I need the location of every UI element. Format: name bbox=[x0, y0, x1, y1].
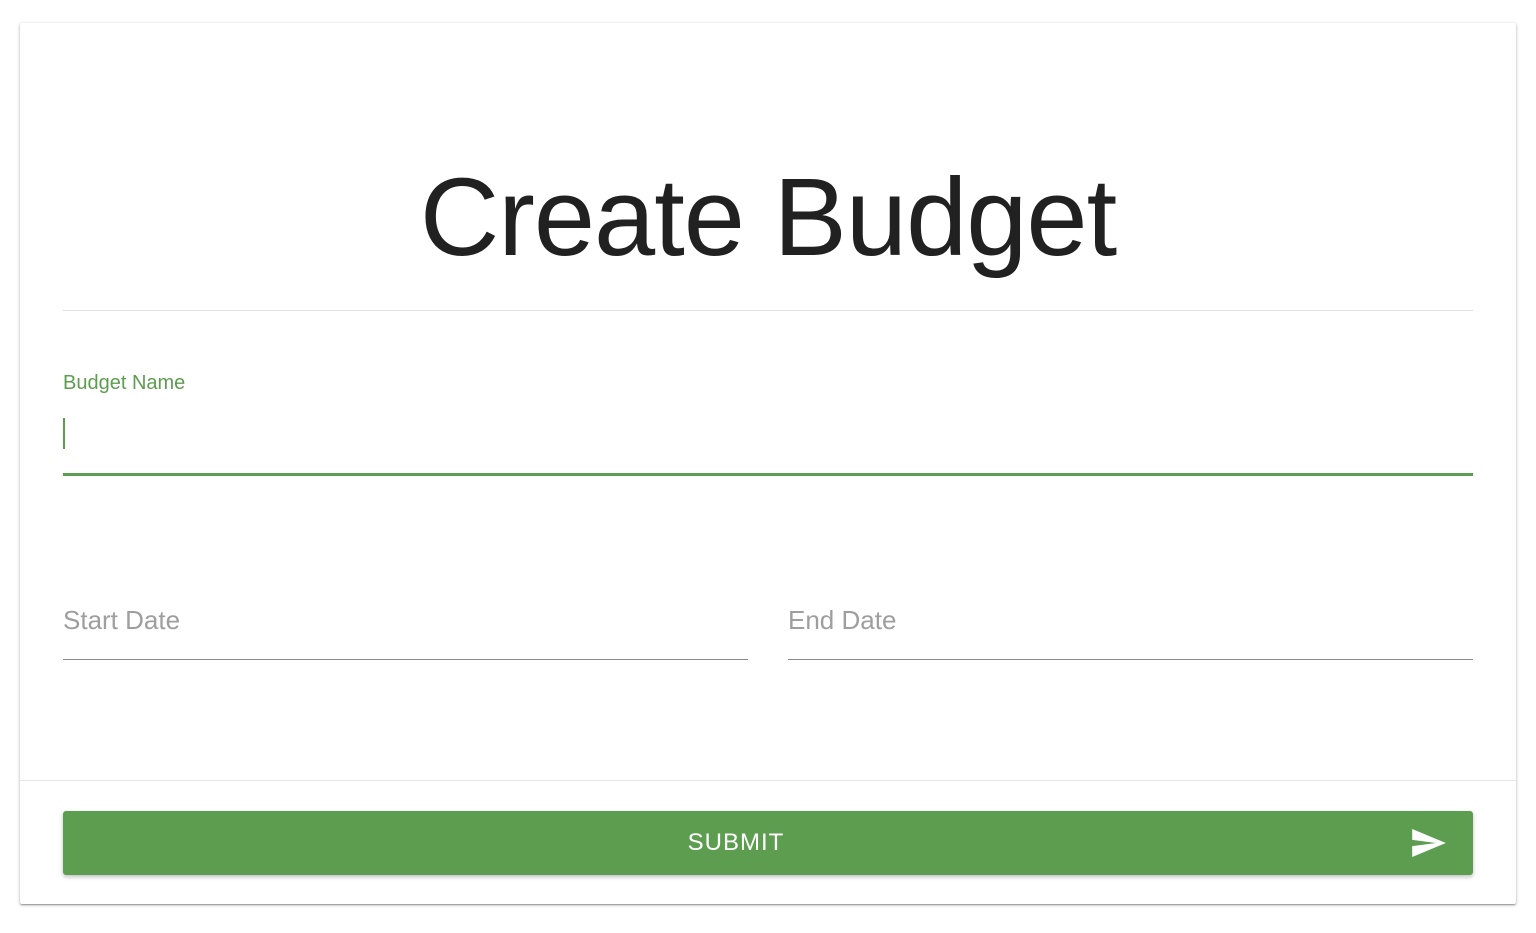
start-date-placeholder: Start Date bbox=[63, 605, 181, 635]
budget-name-input[interactable] bbox=[63, 415, 1473, 473]
text-caret bbox=[63, 418, 65, 449]
budget-name-label: Budget Name bbox=[63, 372, 186, 394]
create-budget-card: Create Budget Budget Name Start Date End… bbox=[20, 23, 1516, 904]
page-title: Create Budget bbox=[419, 156, 1117, 279]
start-date-underline bbox=[63, 659, 748, 660]
budget-name-underline bbox=[63, 473, 1473, 476]
end-date-placeholder: End Date bbox=[788, 605, 897, 635]
submit-button-label: SUBMIT bbox=[687, 829, 785, 856]
end-date-underline bbox=[788, 659, 1473, 660]
footer-divider bbox=[20, 780, 1516, 781]
submit-button[interactable]: SUBMIT bbox=[63, 811, 1473, 875]
title-divider bbox=[63, 310, 1473, 311]
send-icon bbox=[1412, 829, 1446, 857]
